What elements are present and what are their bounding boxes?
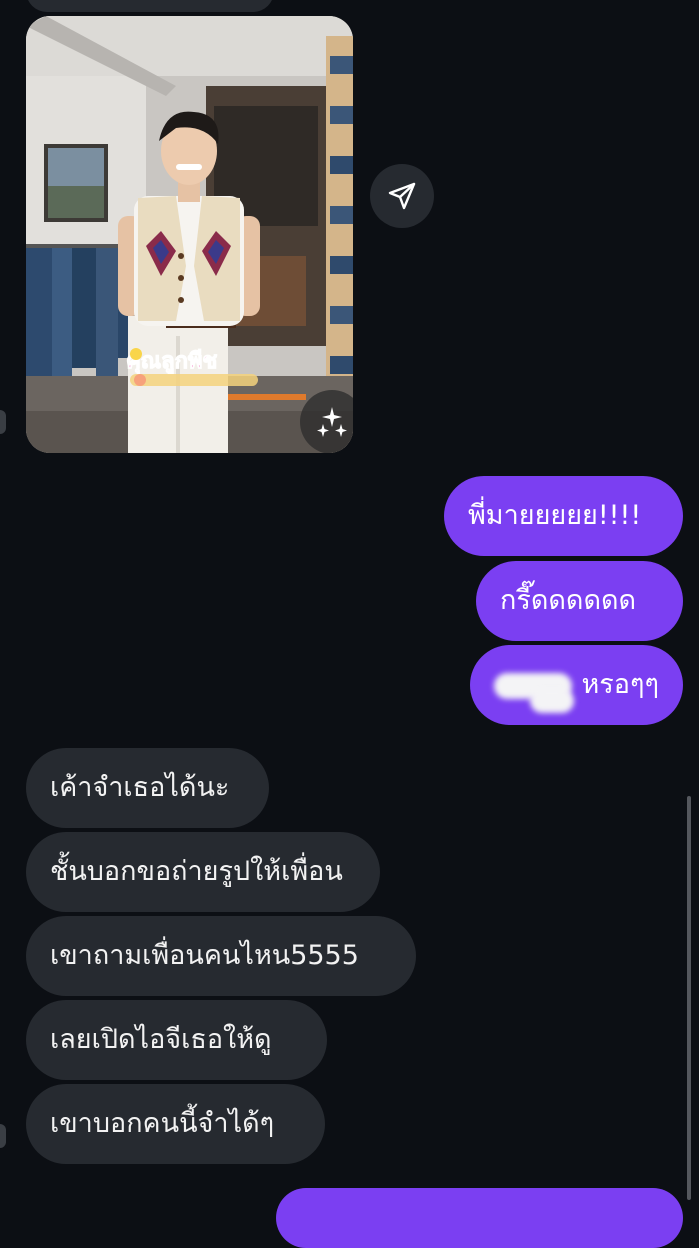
- shared-photo[interactable]: คุณลูกพีช: [26, 16, 353, 453]
- sent-message-bubble[interactable]: พี่มายยยยย!!!!: [444, 476, 683, 556]
- share-button[interactable]: [370, 164, 434, 228]
- next-sent-message-bubble[interactable]: [276, 1188, 683, 1248]
- sparkles-icon: [317, 407, 347, 437]
- reaction-edge-indicator: [0, 1124, 6, 1148]
- message-text: เขาถามเพื่อนคนไหน5555: [50, 940, 359, 971]
- received-message-bubble[interactable]: เขาบอกคนนี้จำได้ๆ: [26, 1084, 325, 1164]
- message-text: เค้าจำเธอได้นะ: [50, 772, 230, 803]
- message-text: เขาบอกคนนี้จำได้ๆ: [50, 1108, 275, 1139]
- message-text: ชั้นบอกขอถ่ายรูปให้เพื่อน: [50, 856, 343, 887]
- sparkles-button[interactable]: [300, 390, 353, 453]
- message-text: พี่มายยยยย!!!!: [468, 500, 642, 531]
- sent-message-bubble[interactable]: หรอๆๆ: [470, 645, 683, 725]
- received-message-bubble[interactable]: เค้าจำเธอได้นะ: [26, 748, 269, 828]
- received-message-bubble[interactable]: เขาถามเพื่อนคนไหน5555: [26, 916, 416, 996]
- message-text: เลยเปิดไอจีเธอให้ดู: [50, 1024, 272, 1055]
- reaction-edge-indicator: [0, 410, 6, 434]
- previous-message-bubble[interactable]: [26, 0, 274, 12]
- photo-image: คุณลูกพีช: [26, 16, 353, 453]
- redacted-blur: [530, 689, 574, 713]
- paper-plane-icon: [388, 182, 416, 210]
- message-text: กรี๊ดดดดดด: [500, 585, 637, 616]
- sent-message-bubble[interactable]: กรี๊ดดดดดด: [476, 561, 683, 641]
- message-text: หรอๆๆ: [581, 669, 659, 700]
- scrollbar[interactable]: [687, 796, 691, 1200]
- received-message-bubble[interactable]: เลยเปิดไอจีเธอให้ดู: [26, 1000, 327, 1080]
- received-message-bubble[interactable]: ชั้นบอกขอถ่ายรูปให้เพื่อน: [26, 832, 380, 912]
